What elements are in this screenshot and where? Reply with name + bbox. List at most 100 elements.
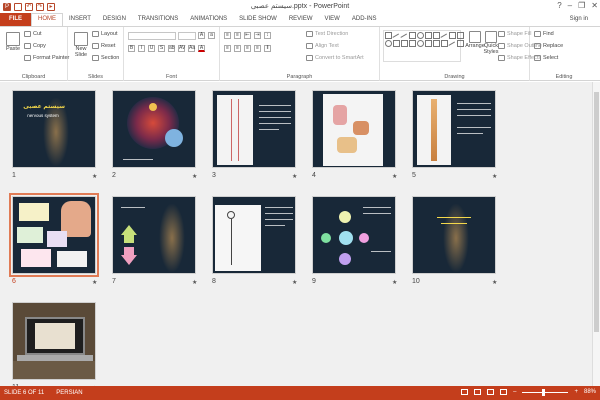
normal-view-icon[interactable] xyxy=(461,389,469,395)
zoom-out-button[interactable]: – xyxy=(513,389,516,395)
bullets-icon[interactable]: ≡ xyxy=(224,32,231,39)
columns-icon[interactable]: ‖ xyxy=(264,45,271,52)
restore-button[interactable]: ❐ xyxy=(578,1,585,10)
reset-button[interactable]: Reset xyxy=(92,43,115,49)
sign-in-link[interactable]: Sign in xyxy=(570,16,588,22)
minimize-button[interactable]: – xyxy=(568,1,572,10)
shapes-gallery[interactable] xyxy=(383,30,464,62)
line-spacing-icon[interactable]: ↕ xyxy=(264,32,271,39)
slide-thumbnail-3[interactable] xyxy=(212,90,296,168)
align-left-icon[interactable]: ≡ xyxy=(224,45,231,52)
slide-thumbnail-10[interactable] xyxy=(412,196,496,274)
close-button[interactable]: ✕ xyxy=(591,1,598,10)
zoom-slider[interactable] xyxy=(522,388,569,396)
scrollbar-thumb[interactable] xyxy=(594,92,599,332)
help-button[interactable]: ? xyxy=(557,1,561,10)
tab-add-ins[interactable]: ADD-INS xyxy=(346,13,383,26)
format-painter-button[interactable]: Format Painter xyxy=(24,55,69,61)
reading-view-icon[interactable] xyxy=(487,389,495,395)
tab-animations[interactable]: ANIMATIONS xyxy=(184,13,233,26)
pentagon-shape-icon[interactable] xyxy=(409,40,416,47)
section-button[interactable]: Section xyxy=(92,55,119,61)
bold-icon[interactable]: B xyxy=(128,45,135,52)
copy-button[interactable]: Copy xyxy=(24,43,46,49)
change-case-icon[interactable]: Aa xyxy=(188,45,195,52)
tab-review[interactable]: REVIEW xyxy=(283,13,319,26)
paste-button[interactable]: Paste xyxy=(2,32,24,52)
shape-fill-button[interactable]: Shape Fill xyxy=(498,31,531,37)
slide-number: 6 xyxy=(12,278,16,285)
slide-thumbnail-5[interactable] xyxy=(412,90,496,168)
slide-thumbnail-6[interactable] xyxy=(9,193,99,277)
zoom-slider-handle[interactable] xyxy=(542,388,546,396)
tab-design[interactable]: DESIGN xyxy=(97,13,132,26)
arrow-block-shape-icon[interactable] xyxy=(401,40,408,47)
layout-button[interactable]: Layout xyxy=(92,31,118,37)
organ-intestine xyxy=(337,137,357,153)
text-line xyxy=(441,223,467,224)
text-line xyxy=(265,213,293,214)
rectangle-shape-icon[interactable] xyxy=(385,32,392,39)
tab-home[interactable]: HOME xyxy=(31,13,63,26)
cut-button[interactable]: Cut xyxy=(24,31,42,37)
text-direction-button[interactable]: Text Direction xyxy=(306,31,348,37)
find-button[interactable]: Find xyxy=(534,31,554,37)
rectangle-shape-icon[interactable] xyxy=(409,32,416,39)
triangle-shape-icon[interactable] xyxy=(433,32,440,39)
font-color-icon[interactable]: A xyxy=(198,45,205,52)
align-text-button[interactable]: Align Text xyxy=(306,43,339,49)
zoom-level[interactable]: 88% xyxy=(584,389,596,395)
slide-thumbnail-9[interactable] xyxy=(312,196,396,274)
vertical-scrollbar[interactable] xyxy=(592,82,600,386)
font-name-select[interactable] xyxy=(128,32,176,40)
oval-shape-icon[interactable] xyxy=(385,40,392,47)
node-left xyxy=(321,233,331,243)
convert-smartart-button[interactable]: Convert to SmartArt xyxy=(306,55,364,61)
slide-thumbnail-7[interactable] xyxy=(112,196,196,274)
square-shape-icon[interactable] xyxy=(425,32,432,39)
box-shape-icon[interactable] xyxy=(457,32,464,39)
char-spacing-icon[interactable]: AV xyxy=(178,45,185,52)
text-line xyxy=(259,111,291,112)
zoom-in-button[interactable]: + xyxy=(574,389,578,395)
slide-sorter-view-icon[interactable] xyxy=(474,389,482,395)
tab-slide-show[interactable]: SLIDE SHOW xyxy=(233,13,283,26)
decrease-indent-icon[interactable]: ⇤ xyxy=(244,32,251,39)
font-size-select[interactable] xyxy=(178,32,196,40)
align-right-icon[interactable]: ≡ xyxy=(244,45,251,52)
rectangle-shape-icon[interactable] xyxy=(393,40,400,47)
bracket-shape-icon[interactable] xyxy=(425,40,432,47)
slide-show-view-icon[interactable] xyxy=(500,389,508,395)
new-slide-button[interactable]: New Slide xyxy=(70,32,92,58)
circle-shape-icon[interactable] xyxy=(417,40,424,47)
replace-button[interactable]: Replace xyxy=(534,43,563,49)
select-button[interactable]: Select xyxy=(534,55,558,61)
slide-sorter[interactable]: سیستم عصبی nervous system 1 ★ 2 ★ 3 ★ 4 … xyxy=(0,82,600,392)
increase-indent-icon[interactable]: ⇥ xyxy=(254,32,261,39)
grow-font-icon[interactable]: A xyxy=(198,32,205,39)
strikethrough-icon[interactable]: ab xyxy=(168,45,175,52)
justify-icon[interactable]: ≡ xyxy=(254,45,261,52)
slide-thumbnail-4[interactable] xyxy=(312,90,396,168)
rounded-rect-shape-icon[interactable] xyxy=(449,32,456,39)
italic-icon[interactable]: I xyxy=(138,45,145,52)
slide-thumbnail-2[interactable] xyxy=(112,90,196,168)
brace-shape-icon[interactable] xyxy=(457,40,464,47)
underline-icon[interactable]: U xyxy=(148,45,155,52)
tab-insert[interactable]: INSERT xyxy=(63,13,97,26)
tab-transitions[interactable]: TRANSITIONS xyxy=(132,13,184,26)
slide-thumbnail-11[interactable] xyxy=(12,302,96,380)
tab-file[interactable]: FILE xyxy=(0,13,31,26)
numbering-icon[interactable]: ≡ xyxy=(234,32,241,39)
star-shape-icon[interactable] xyxy=(433,40,440,47)
align-center-icon[interactable]: ≡ xyxy=(234,45,241,52)
callout-shape-icon[interactable] xyxy=(441,40,448,47)
slide-thumbnail-1[interactable]: سیستم عصبی nervous system xyxy=(12,90,96,168)
oval-shape-icon[interactable] xyxy=(417,32,424,39)
line-shape-icon[interactable] xyxy=(448,41,457,49)
slide-thumbnail-8[interactable] xyxy=(212,196,296,274)
tab-view[interactable]: VIEW xyxy=(319,13,346,26)
language-status[interactable]: PERSIAN xyxy=(56,390,82,396)
shrink-font-icon[interactable]: a xyxy=(208,32,215,39)
shadow-icon[interactable]: S xyxy=(158,45,165,52)
